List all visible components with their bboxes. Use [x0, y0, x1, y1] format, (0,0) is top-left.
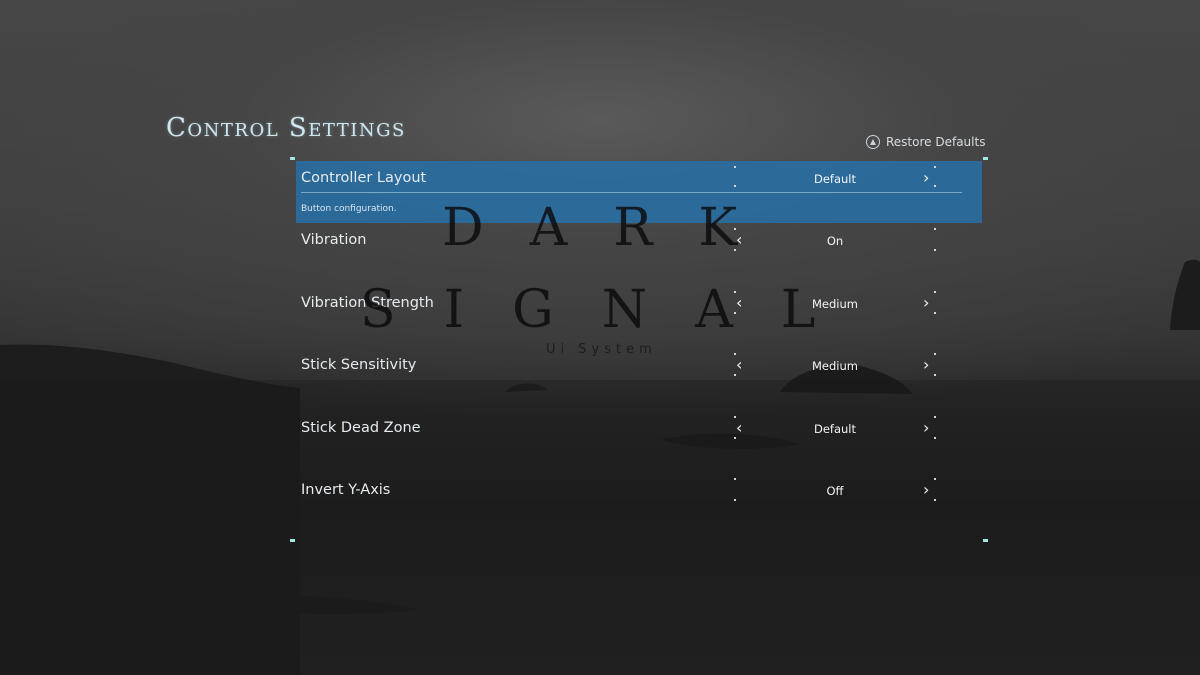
- value-tick: [734, 228, 736, 230]
- chevron-left-icon[interactable]: ‹: [736, 230, 742, 249]
- frame-corner-top-left: [290, 157, 295, 160]
- value-tick: [934, 291, 936, 293]
- chevron-right-icon[interactable]: ›: [923, 480, 929, 499]
- chevron-left-icon[interactable]: ‹: [736, 355, 742, 374]
- value-tick: [734, 478, 736, 480]
- value-tick: [734, 185, 736, 187]
- frame-corner-bottom-right: [983, 539, 988, 542]
- chevron-right-icon[interactable]: ›: [923, 293, 929, 312]
- setting-row-vibration[interactable]: Vibration ‹ On: [296, 225, 982, 255]
- value-tick: [934, 228, 936, 230]
- chevron-right-icon[interactable]: ›: [923, 355, 929, 374]
- value-tick: [934, 437, 936, 439]
- setting-label: Stick Dead Zone: [301, 420, 421, 436]
- value-tick: [734, 437, 736, 439]
- value-tick: [734, 166, 736, 168]
- value-tick: [734, 353, 736, 355]
- setting-row-invert-y-axis[interactable]: Invert Y-Axis Off ›: [296, 475, 982, 505]
- value-tick: [934, 499, 936, 501]
- chevron-left-icon[interactable]: ‹: [736, 418, 742, 437]
- setting-row-stick-sensitivity[interactable]: Stick Sensitivity ‹ Medium ›: [296, 350, 982, 380]
- chevron-right-icon[interactable]: ›: [923, 418, 929, 437]
- value-tick: [934, 185, 936, 187]
- setting-label: Controller Layout: [301, 170, 427, 186]
- chevron-left-icon[interactable]: ‹: [736, 293, 742, 312]
- value-tick: [734, 416, 736, 418]
- setting-value: Medium: [812, 297, 858, 311]
- setting-value: Medium: [812, 359, 858, 373]
- value-tick: [734, 374, 736, 376]
- triangle-button-icon: [866, 135, 880, 149]
- frame-corner-top-right: [983, 157, 988, 160]
- restore-defaults-button[interactable]: Restore Defaults: [866, 135, 985, 149]
- settings-screen: Control Settings Restore Defaults Contro…: [0, 0, 1200, 675]
- value-tick: [934, 312, 936, 314]
- setting-value: Default: [813, 422, 857, 436]
- setting-label: Vibration: [301, 232, 367, 248]
- page-title: Control Settings: [166, 113, 406, 143]
- background-landscape: [0, 259, 1200, 675]
- value-tick: [734, 249, 736, 251]
- setting-row-stick-dead-zone[interactable]: Stick Dead Zone ‹ Default ›: [296, 413, 982, 443]
- value-tick: [934, 374, 936, 376]
- setting-label: Invert Y-Axis: [301, 482, 391, 498]
- value-tick: [934, 478, 936, 480]
- value-tick: [934, 249, 936, 251]
- setting-value: Default: [813, 172, 857, 186]
- value-tick: [734, 499, 736, 501]
- value-tick: [934, 353, 936, 355]
- value-tick: [734, 312, 736, 314]
- value-tick: [734, 291, 736, 293]
- setting-label: Vibration Strength: [301, 295, 434, 311]
- setting-description: Button configuration.: [301, 204, 397, 214]
- setting-row-vibration-strength[interactable]: Vibration Strength ‹ Medium ›: [296, 288, 982, 318]
- setting-value: On: [826, 234, 844, 248]
- setting-value: Off: [826, 484, 844, 498]
- chevron-right-icon[interactable]: ›: [923, 168, 929, 187]
- setting-label: Stick Sensitivity: [301, 357, 417, 373]
- setting-row-controller-layout[interactable]: Controller Layout Default ›: [296, 163, 982, 193]
- restore-defaults-label: Restore Defaults: [886, 135, 986, 149]
- value-tick: [934, 166, 936, 168]
- frame-corner-bottom-left: [290, 539, 295, 542]
- value-tick: [934, 416, 936, 418]
